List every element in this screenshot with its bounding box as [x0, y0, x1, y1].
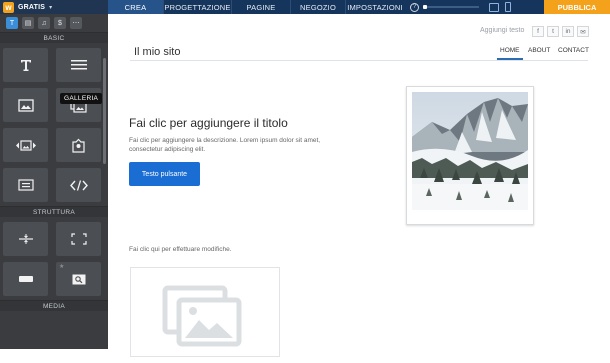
menu-item-about[interactable]: ABOUT — [528, 47, 550, 54]
spacer-icon — [70, 233, 87, 245]
search-icon — [72, 274, 85, 284]
structure-elements-grid: ★ — [0, 217, 108, 300]
star-icon: ★ — [59, 264, 65, 270]
tab-pagine[interactable]: PAGINE — [232, 0, 291, 14]
mountain-photo — [412, 92, 528, 210]
code-icon — [69, 179, 88, 191]
desktop-view-icon[interactable] — [489, 2, 499, 12]
sidebar-scrollbar[interactable] — [103, 58, 106, 164]
text-icon — [20, 60, 31, 71]
text-tool-icon[interactable]: T — [6, 17, 18, 29]
tab-impostazioni[interactable]: IMPOSTAZIONI — [346, 0, 404, 14]
cta-button[interactable]: Testo pulsante — [129, 162, 200, 186]
chevron-down-icon: ▾ — [49, 4, 53, 11]
sidebar-toolbar: T ▤ ♫ $ ⋯ — [0, 14, 108, 32]
map-icon — [72, 138, 85, 153]
image-placeholder[interactable] — [130, 267, 280, 357]
divider-element-tile[interactable] — [3, 222, 48, 256]
tab-negozio[interactable]: NEGOZIO — [291, 0, 346, 14]
description[interactable]: Fai clic per aggiungere la descrizione. … — [129, 136, 329, 154]
progress-bar — [423, 5, 479, 9]
slideshow-element-tile[interactable] — [3, 128, 48, 162]
weebly-logo-icon: w — [3, 1, 14, 13]
divider-icon — [18, 234, 33, 244]
text-element-tile[interactable] — [3, 48, 48, 82]
headline[interactable]: Fai clic per aggiungere il titolo — [129, 116, 288, 130]
linkedin-icon[interactable]: in — [562, 26, 574, 37]
search-element-tile[interactable]: ★ — [56, 262, 101, 296]
plan-label: GRATIS — [18, 3, 46, 11]
image-icon — [17, 98, 34, 112]
tab-progettazione[interactable]: PROGETTAZIONE — [164, 0, 232, 14]
progress-indicator — [423, 5, 427, 9]
button-icon — [18, 276, 33, 282]
menu-item-contact[interactable]: CONTACT — [558, 47, 589, 54]
twitter-icon[interactable]: t — [547, 26, 559, 37]
mail-icon[interactable]: ✉ — [577, 26, 589, 37]
menu-item-home[interactable]: HOME — [497, 47, 522, 60]
more-tool-icon[interactable]: ⋯ — [70, 17, 82, 29]
form-icon — [17, 179, 34, 191]
image-placeholder-icon — [162, 285, 242, 347]
edit-note[interactable]: Fai clic qui per effettuare modifiche. — [129, 246, 232, 253]
form-element-tile[interactable] — [3, 168, 48, 202]
section-basic: BASIC — [0, 32, 108, 43]
section-structure: STRUTTURA — [0, 206, 108, 217]
help-icon[interactable]: ? — [410, 2, 419, 12]
site-title[interactable]: Il mio sito — [134, 46, 180, 58]
menu-icon — [70, 60, 87, 70]
code-element-tile[interactable] — [56, 168, 101, 202]
dollar-tool-icon[interactable]: $ — [54, 17, 66, 29]
spacer-element-tile[interactable] — [56, 222, 101, 256]
add-text-link[interactable]: Aggiungi testo — [480, 27, 524, 34]
slideshow-icon — [15, 139, 36, 151]
tab-crea[interactable]: CREA — [108, 0, 164, 14]
publish-button[interactable]: PUBBLICA — [544, 0, 610, 14]
menu-element-tile[interactable] — [56, 48, 101, 82]
site-canvas: Aggiungi testo f t in ✉ Il mio sito HOME… — [108, 14, 610, 357]
section-media: MEDIA — [0, 300, 108, 311]
hero-image-frame[interactable] — [406, 86, 534, 225]
facebook-icon[interactable]: f — [532, 26, 544, 37]
button-element-tile[interactable] — [3, 262, 48, 296]
music-tool-icon[interactable]: ♫ — [38, 17, 50, 29]
mobile-view-icon[interactable] — [505, 2, 511, 12]
gallery-tooltip: GALLERIA — [60, 93, 103, 104]
basic-elements-grid — [0, 43, 108, 206]
top-bar: w GRATIS ▾ CREA PROGETTAZIONE PAGINE NEG… — [0, 0, 610, 14]
plan-selector[interactable]: w GRATIS ▾ — [0, 0, 108, 14]
layout-tool-icon[interactable]: ▤ — [22, 17, 34, 29]
image-element-tile[interactable] — [3, 88, 48, 122]
main-nav: CREA PROGETTAZIONE PAGINE NEGOZIO IMPOST… — [108, 0, 404, 14]
map-element-tile[interactable] — [56, 128, 101, 162]
element-sidebar: T ▤ ♫ $ ⋯ BASIC STRUTTURA ★ MEDIA GALLER… — [0, 14, 108, 349]
header-divider — [130, 60, 588, 61]
